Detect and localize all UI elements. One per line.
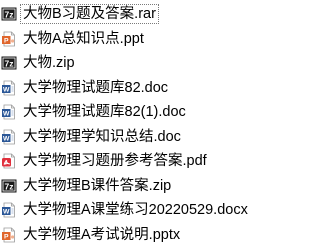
file-row[interactable]: W 大学物理学知识总结.doc xyxy=(0,125,302,150)
file-row[interactable]: P 大学物理A考试说明.pptx xyxy=(0,223,302,248)
svg-text:7z: 7z xyxy=(4,181,13,191)
file-row[interactable]: 大学物理习题册参考答案.pdf xyxy=(0,149,302,174)
svg-text:7z: 7z xyxy=(4,10,13,20)
svg-text:W: W xyxy=(3,135,10,142)
7zip-archive-icon: 7z xyxy=(0,177,17,194)
file-name: 大学物理试题库82.doc xyxy=(23,79,169,96)
word-file-icon: W xyxy=(0,104,17,121)
file-row[interactable]: 7z 大学物理B课件答案.zip xyxy=(0,174,302,199)
svg-text:P: P xyxy=(3,37,8,44)
file-list: 7z 大物B习题及答案.rar P 大物A总知识点.ppt 7z 大物.zip … xyxy=(0,0,302,249)
file-name: 大学物理试题库82(1).doc xyxy=(23,104,186,121)
file-row[interactable]: W 大学物理A课堂练习20220529.docx xyxy=(0,198,302,223)
file-name: 大学物理学知识总结.doc xyxy=(23,128,181,145)
file-name: 大学物理B课件答案.zip xyxy=(23,177,172,194)
file-name: 大物B习题及答案.rar xyxy=(20,4,159,25)
file-name: 大学物理习题册参考答案.pdf xyxy=(23,153,207,170)
file-row[interactable]: 7z 大物B习题及答案.rar xyxy=(0,2,302,27)
svg-text:W: W xyxy=(3,86,10,93)
file-name: 大物A总知识点.ppt xyxy=(23,30,144,47)
word-file-icon: W xyxy=(0,79,17,96)
7zip-archive-icon: 7z xyxy=(0,55,17,72)
file-row[interactable]: 7z 大物.zip xyxy=(0,51,302,76)
file-name: 大物.zip xyxy=(23,55,75,72)
powerpoint-file-icon: P xyxy=(0,226,17,243)
file-row[interactable]: W 大学物理试题库82.doc xyxy=(0,76,302,101)
svg-text:W: W xyxy=(3,111,10,118)
svg-text:P: P xyxy=(3,233,8,240)
file-row[interactable]: W 大学物理试题库82(1).doc xyxy=(0,100,302,125)
word-file-icon: W xyxy=(0,202,17,219)
svg-text:7z: 7z xyxy=(4,59,13,69)
file-name: 大学物理A课堂练习20220529.docx xyxy=(23,202,248,219)
word-file-icon: W xyxy=(0,128,17,145)
7zip-archive-icon: 7z xyxy=(0,6,17,23)
pdf-file-icon xyxy=(0,153,17,170)
file-name: 大学物理A考试说明.pptx xyxy=(23,226,181,243)
powerpoint-file-icon: P xyxy=(0,30,17,47)
svg-text:W: W xyxy=(3,209,10,216)
file-row[interactable]: P 大物A总知识点.ppt xyxy=(0,27,302,52)
